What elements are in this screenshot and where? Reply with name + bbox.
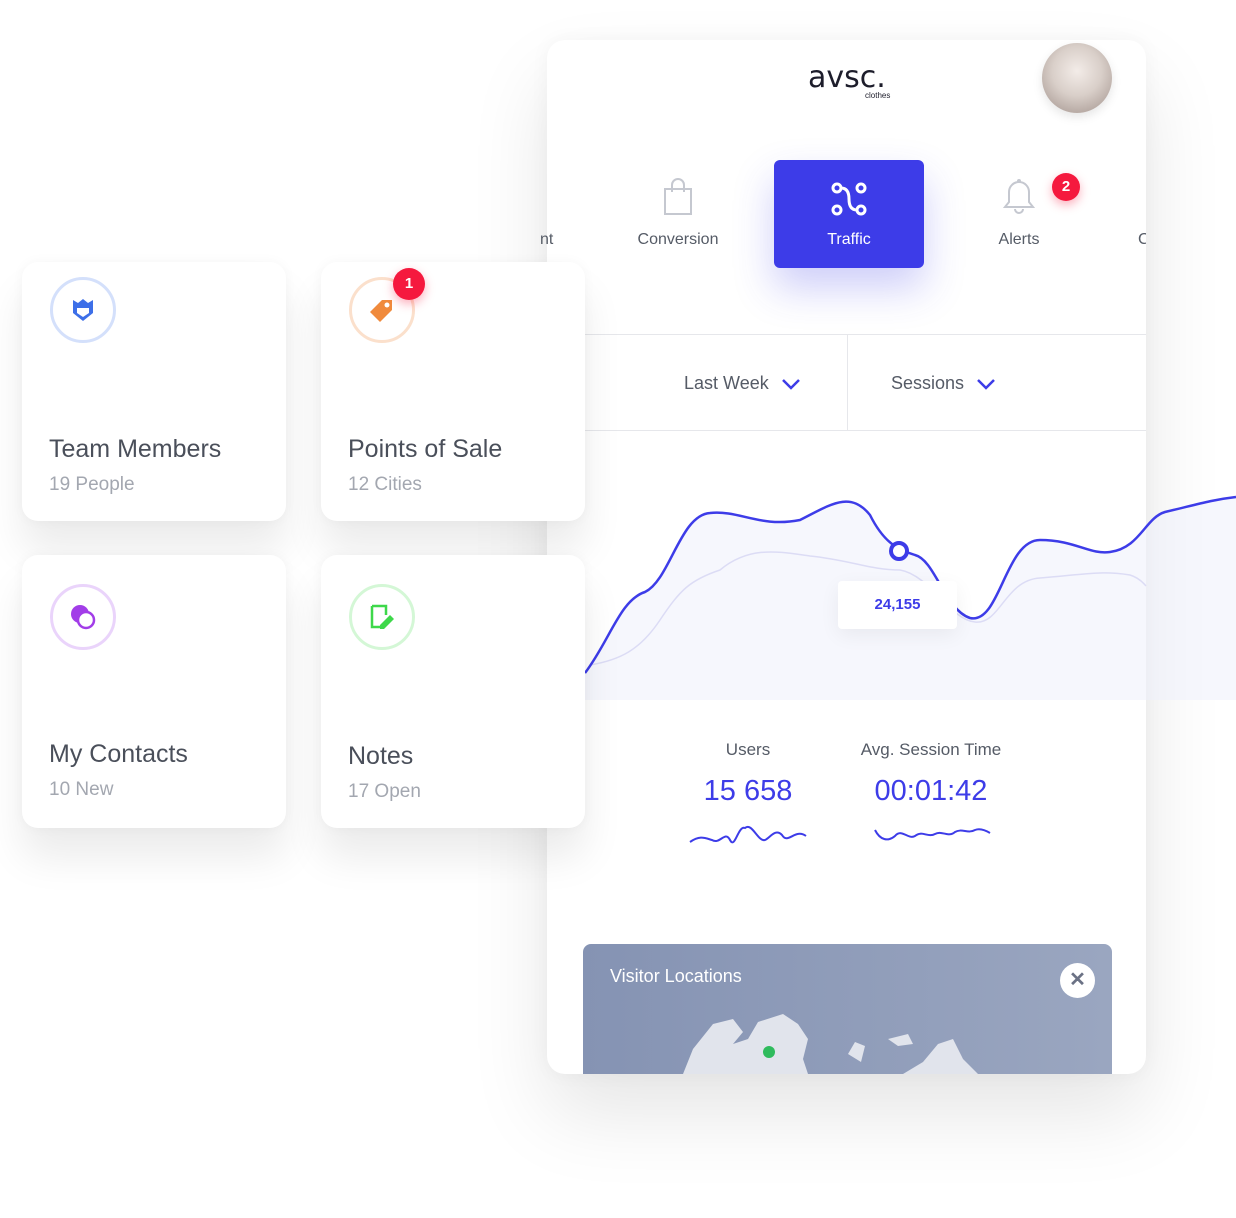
card-title: Points of Sale	[348, 435, 503, 463]
chart-tooltip: 24,155	[838, 581, 957, 629]
shield-icon	[73, 299, 93, 321]
world-map	[683, 1014, 978, 1074]
visitor-locations-map[interactable]: Visitor Locations ✕	[583, 944, 1112, 1074]
session-time-value: 00:01:42	[874, 775, 988, 807]
card-subtitle: 10 New	[49, 779, 114, 800]
session-time-label: Avg. Session Time	[860, 740, 1002, 759]
users-label: Users	[725, 740, 771, 759]
location-marker	[763, 1046, 775, 1058]
card-title: Team Members	[49, 435, 222, 463]
card-title: Notes	[348, 742, 414, 770]
card-my-contacts[interactable]: My Contacts 10 New	[22, 555, 286, 828]
card-icon-circle	[50, 277, 116, 343]
card-badge: 1	[393, 268, 425, 300]
card-points-of-sale[interactable]: 1 Points of Sale 12 Cities	[321, 262, 585, 521]
card-subtitle: 19 People	[49, 474, 135, 495]
chart-point[interactable]	[889, 541, 909, 561]
users-sparkline	[689, 825, 807, 844]
card-team-members[interactable]: Team Members 19 People	[22, 262, 286, 521]
card-subtitle: 12 Cities	[348, 474, 422, 495]
card-icon-circle	[349, 584, 415, 650]
session-sparkline	[874, 828, 991, 841]
card-icon-circle	[50, 584, 116, 650]
note-icon	[370, 604, 394, 629]
users-value: 15 658	[703, 775, 793, 807]
card-notes[interactable]: Notes 17 Open	[321, 555, 585, 828]
card-subtitle: 17 Open	[348, 781, 421, 802]
chat-icon	[71, 605, 96, 630]
card-title: My Contacts	[49, 740, 188, 768]
tag-icon	[370, 300, 392, 322]
